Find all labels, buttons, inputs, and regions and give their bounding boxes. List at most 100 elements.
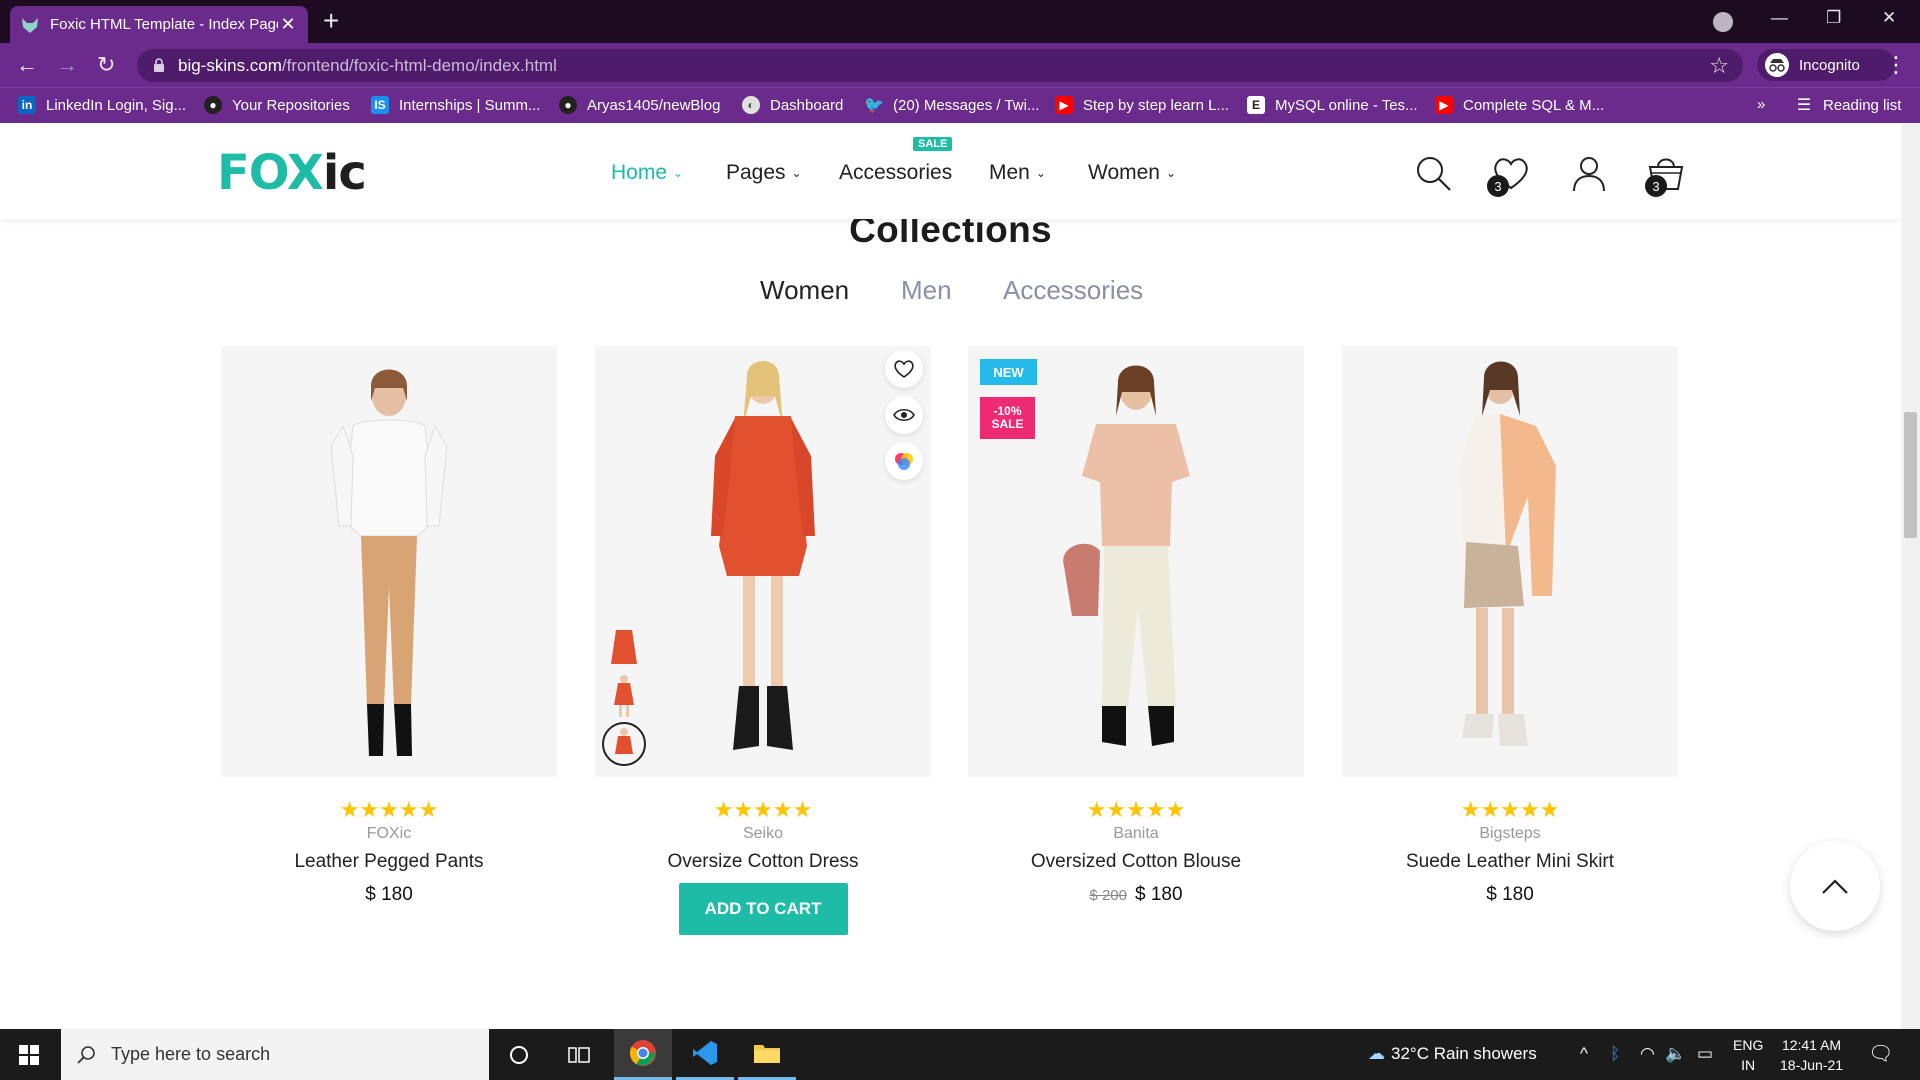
wishlist-heart-icon[interactable]	[885, 350, 923, 388]
chrome-taskbar-icon[interactable]	[614, 1029, 672, 1080]
bookmarks-bar: in LinkedIn Login, Sig... ● Your Repositor…	[0, 87, 1920, 123]
page-scrollbar[interactable]	[1901, 123, 1920, 1029]
product-thumbnail[interactable]	[607, 624, 641, 670]
chevron-down-icon: ⌄	[791, 166, 802, 180]
web-page: FOXic Home ⌄ Pages ⌄ SALE Accessories Men ⌄…	[0, 123, 1901, 1029]
incognito-indicator[interactable]: Incognito	[1757, 49, 1895, 81]
browser-tab-active[interactable]: Foxic HTML Template - Index Page ✕	[10, 6, 308, 43]
product-price: $ 180	[1486, 884, 1534, 905]
search-icon[interactable]	[1413, 153, 1453, 193]
twitter-icon: 🐦	[864, 97, 884, 114]
close-window-icon[interactable]: ✕	[1882, 8, 1896, 28]
restore-window-icon[interactable]: ❐	[1826, 8, 1841, 28]
taskbar-search-box[interactable]: Type here to search	[61, 1029, 489, 1080]
youtube-icon: ▶	[1435, 96, 1453, 114]
github-icon: ●	[204, 96, 222, 114]
product-brand: Banita	[1113, 825, 1159, 842]
omnibox[interactable]: big-skins.com/frontend/foxic-html-demo/i…	[137, 49, 1743, 82]
volume-icon[interactable]: 🔈	[1665, 1044, 1686, 1064]
chevron-down-icon: ⌄	[1165, 166, 1177, 180]
account-user-icon[interactable]	[1569, 153, 1609, 193]
product-thumbnail-selected[interactable]	[602, 722, 646, 766]
bookmark-star-icon[interactable]: ☆	[1709, 53, 1729, 79]
wifi-icon[interactable]: ◠	[1640, 1044, 1655, 1064]
notifications-icon[interactable]: 🗨	[1868, 1041, 1893, 1066]
nav-men[interactable]: Men ⌄	[989, 161, 1046, 185]
forward-arrow-icon[interactable]: →	[56, 52, 78, 78]
foxic-logo[interactable]: FOXic	[217, 145, 367, 201]
lock-icon	[154, 58, 164, 72]
tab-accessories[interactable]: Accessories	[1003, 275, 1143, 306]
bluetooth-icon[interactable]: ᛒ	[1610, 1044, 1620, 1064]
new-badge: NEW	[980, 359, 1037, 385]
bookmarks-overflow-icon[interactable]: »	[1757, 96, 1765, 113]
product-name[interactable]: Oversized Cotton Blouse	[968, 851, 1304, 873]
color-options-icon[interactable]	[885, 442, 923, 480]
rating-stars: ★★★★★	[1086, 797, 1186, 822]
product-card: ★★★★★ Seiko Oversize Cotton Dress ADD TO…	[595, 346, 931, 935]
browser-menu-icon[interactable]: ⋮	[1885, 52, 1907, 78]
reading-list-icon: ☰	[1796, 97, 1812, 114]
bookmark-mysql-online[interactable]: E MySQL online - Tes...	[1247, 96, 1418, 114]
nav-home[interactable]: Home ⌄	[611, 161, 683, 185]
product-image[interactable]	[221, 346, 557, 777]
bookmark-dashboard[interactable]: ◐ Dashboard	[742, 96, 843, 114]
tab-women[interactable]: Women	[760, 275, 849, 306]
taskbar-search-placeholder: Type here to search	[111, 1044, 271, 1064]
task-view-icon[interactable]	[550, 1029, 608, 1080]
battery-icon[interactable]: ▭	[1697, 1044, 1713, 1064]
fox-favicon-icon	[22, 17, 38, 33]
tab-men[interactable]: Men	[901, 275, 952, 306]
product-brand: FOXic	[366, 825, 412, 842]
bookmark-linkedin[interactable]: in LinkedIn Login, Sig...	[18, 96, 186, 114]
bookmark-step-by-step[interactable]: ▶ Step by step learn L...	[1055, 96, 1229, 114]
product-image[interactable]	[595, 346, 931, 777]
e-icon: E	[1247, 96, 1265, 114]
site-header: FOXic Home ⌄ Pages ⌄ SALE Accessories Men ⌄…	[0, 123, 1901, 219]
back-arrow-icon[interactable]: ←	[16, 52, 38, 78]
product-image[interactable]: NEW -10% SALE	[968, 346, 1304, 777]
language-indicator[interactable]: ENG IN	[1733, 1035, 1763, 1075]
nav-accessories[interactable]: Accessories	[839, 161, 952, 185]
product-brand: Bigsteps	[1479, 825, 1541, 842]
incognito-icon	[1765, 53, 1789, 77]
bookmark-twitter[interactable]: 🐦 (20) Messages / Twi...	[864, 96, 1039, 115]
chevron-down-icon: ⌄	[1035, 166, 1046, 180]
nav-women[interactable]: Women ⌄	[1088, 161, 1176, 185]
model-in-white-blouse-image	[330, 369, 448, 756]
windows-start-icon[interactable]	[19, 1045, 39, 1065]
chevron-down-icon: ⌄	[673, 166, 684, 180]
minimize-window-icon[interactable]: —	[1771, 8, 1788, 28]
file-explorer-taskbar-icon[interactable]	[738, 1029, 796, 1080]
product-image[interactable]	[1342, 346, 1678, 777]
product-card: ★★★★★ FOXic Leather Pegged Pants $ 180	[221, 346, 557, 906]
nav-pages[interactable]: Pages ⌄	[726, 161, 802, 185]
bookmark-newblog[interactable]: ● Aryas1405/newBlog	[559, 96, 720, 114]
downloads-icon[interactable]	[1713, 12, 1733, 32]
reload-icon[interactable]: ↻	[97, 52, 115, 78]
product-thumbnail[interactable]	[607, 673, 641, 719]
add-to-cart-button[interactable]: ADD TO CART	[678, 883, 848, 935]
sale-badge: SALE	[913, 137, 953, 151]
close-tab-icon[interactable]: ✕	[278, 14, 298, 35]
product-name[interactable]: Suede Leather Mini Skirt	[1342, 851, 1678, 873]
clock[interactable]: 12:41 AM 18-Jun-21	[1780, 1035, 1843, 1075]
new-tab-button[interactable]: +	[323, 7, 339, 35]
scrollbar-thumb[interactable]	[1904, 412, 1917, 538]
rating-stars: ★★★★★	[339, 797, 439, 822]
quick-view-eye-icon[interactable]	[885, 396, 923, 434]
product-name[interactable]: Oversize Cotton Dress	[595, 851, 931, 873]
product-name[interactable]: Leather Pegged Pants	[221, 851, 557, 873]
sale-discount-badge: -10% SALE	[980, 397, 1035, 439]
bookmark-your-repositories[interactable]: ● Your Repositories	[204, 96, 350, 114]
cortana-icon[interactable]	[490, 1029, 548, 1080]
vscode-taskbar-icon[interactable]	[676, 1029, 734, 1080]
tray-overflow-chevron-icon[interactable]: ^	[1580, 1044, 1588, 1064]
bookmark-internships[interactable]: IS Internships | Summ...	[371, 96, 540, 114]
model-in-suede-skirt-image	[1460, 361, 1556, 746]
bookmark-complete-sql[interactable]: ▶ Complete SQL & M...	[1435, 96, 1604, 114]
reading-list-button[interactable]: ☰ Reading list	[1795, 96, 1902, 115]
scroll-to-top-button[interactable]	[1790, 841, 1880, 931]
weather-widget[interactable]: ☁ 32°C Rain showers	[1368, 1044, 1537, 1064]
wishlist-count-badge: 3	[1487, 175, 1509, 197]
